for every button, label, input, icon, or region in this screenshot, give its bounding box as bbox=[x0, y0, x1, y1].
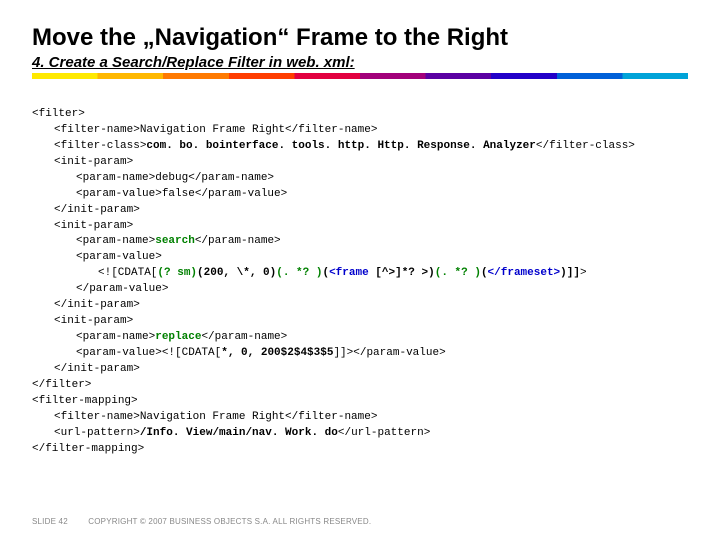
code-line: </init-param> bbox=[32, 362, 688, 378]
code-line: </param-value> bbox=[32, 282, 688, 298]
rainbow-divider bbox=[32, 73, 688, 79]
code-line: <param-name>search</param-name> bbox=[32, 234, 688, 250]
code-line: </init-param> bbox=[32, 298, 688, 314]
code-line: <init-param> bbox=[32, 155, 688, 171]
code-line: <filter> bbox=[32, 108, 85, 120]
code-line: <init-param> bbox=[32, 314, 688, 330]
code-line: <filter-class>com. bo. bointerface. tool… bbox=[32, 139, 688, 155]
code-line: <param-value>false</param-value> bbox=[32, 187, 688, 203]
code-line: <filter-name>Navigation Frame Right</fil… bbox=[32, 123, 688, 139]
copyright-text: COPYRIGHT © 2007 BUSINESS OBJECTS S.A. A… bbox=[88, 517, 371, 526]
code-line: </filter-mapping> bbox=[32, 443, 144, 455]
slide-number: SLIDE 42 bbox=[32, 517, 68, 526]
code-line: <param-name>replace</param-name> bbox=[32, 330, 688, 346]
slide-content: Move the „Navigation“ Frame to the Right… bbox=[0, 0, 720, 474]
slide-subtitle: 4. Create a Search/Replace Filter in web… bbox=[32, 54, 688, 71]
code-block: <filter> <filter-name>Navigation Frame R… bbox=[32, 91, 688, 474]
code-line: <filter-name>Navigation Frame Right</fil… bbox=[32, 410, 688, 426]
code-line: <param-value> bbox=[32, 250, 688, 266]
code-line: <init-param> bbox=[32, 219, 688, 235]
slide-title: Move the „Navigation“ Frame to the Right bbox=[32, 24, 688, 52]
code-line: </init-param> bbox=[32, 203, 688, 219]
slide-footer: SLIDE 42 COPYRIGHT © 2007 BUSINESS OBJEC… bbox=[32, 517, 371, 526]
code-line: </filter> bbox=[32, 379, 91, 391]
code-line: <filter-mapping> bbox=[32, 395, 138, 407]
code-line: <![CDATA[(? sm)(200, \*, 0)(. *? )(<fram… bbox=[32, 266, 688, 282]
code-line: <param-value><![CDATA[*, 0, 200$2$4$3$5]… bbox=[32, 346, 688, 362]
code-line: <url-pattern>/Info. View/main/nav. Work.… bbox=[32, 426, 688, 442]
code-line: <param-name>debug</param-name> bbox=[32, 171, 688, 187]
